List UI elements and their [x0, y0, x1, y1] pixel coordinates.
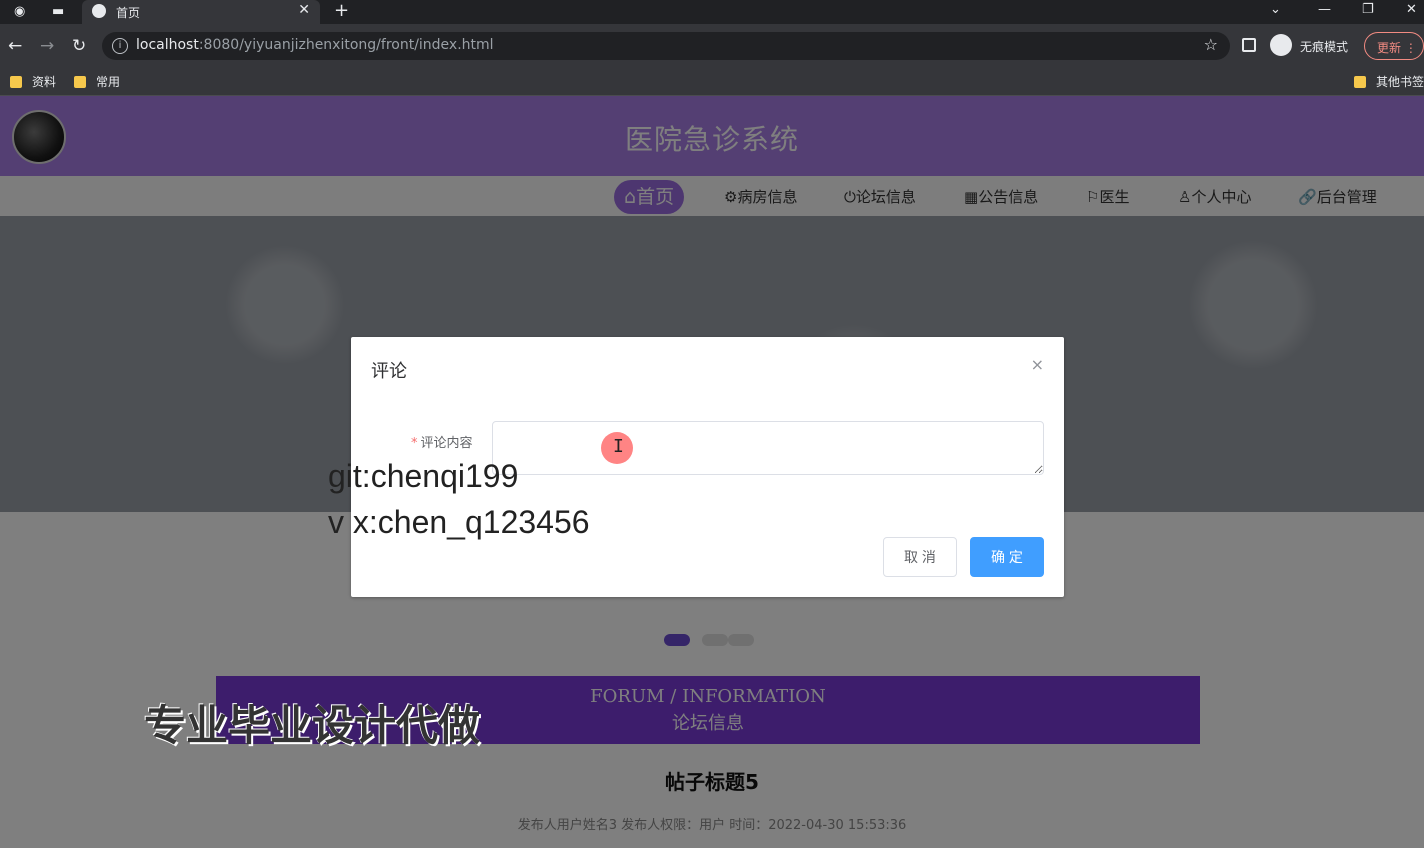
other-bookmarks[interactable]: 其他书签 [1354, 72, 1424, 92]
browser-toolbar: ← → ↻ i localhost:8080/yiyuanjizhenxiton… [0, 24, 1424, 68]
tab-search-icon[interactable]: ▬ [52, 0, 64, 24]
confirm-button[interactable]: 确 定 [970, 537, 1044, 577]
folder-icon [74, 76, 86, 88]
watermark-wechat: v x:chen_q123456 [328, 504, 590, 540]
globe-icon[interactable]: ◉ [14, 0, 25, 24]
reload-icon[interactable]: ↻ [72, 34, 86, 58]
tab-list-icon[interactable]: ⌄ [1270, 0, 1281, 20]
back-icon[interactable]: ← [8, 34, 22, 58]
forward-icon[interactable]: → [40, 34, 54, 58]
browser-tab[interactable]: 首页 ✕ [82, 0, 320, 24]
folder-icon [10, 76, 22, 88]
tab-close-icon[interactable]: ✕ [298, 2, 310, 18]
watermark-ad: 专业毕业设计代做 [144, 701, 481, 750]
incognito-label[interactable]: 无痕模式 [1300, 38, 1348, 55]
bookmarks-bar: 资料 常用 其他书签 [0, 68, 1424, 96]
tab-title: 首页 [116, 6, 141, 20]
watermark-git: git:chenqi199 [328, 458, 519, 494]
folder-icon [1354, 76, 1366, 88]
bookmark-folder-ziliao[interactable]: 资料 [10, 72, 56, 92]
restore-icon[interactable]: ❐ [1362, 0, 1374, 20]
bookmark-star-icon[interactable]: ☆ [1204, 35, 1218, 54]
comment-field-label: * 评论内容 [411, 436, 473, 451]
dialog-close-icon[interactable]: × [1031, 355, 1044, 374]
update-button[interactable]: 更新 ⋮ [1364, 32, 1424, 60]
site-info-icon[interactable]: i [112, 38, 128, 54]
text-cursor-icon: I [613, 436, 624, 457]
minimize-icon[interactable]: — [1318, 0, 1331, 20]
bookmark-folder-changyong[interactable]: 常用 [74, 72, 120, 92]
cancel-button[interactable]: 取 消 [883, 537, 957, 577]
comment-textarea[interactable] [492, 421, 1044, 475]
side-panel-icon[interactable] [1242, 38, 1256, 52]
web-page: 医院急诊系统 ⌂首页 ⚙病房信息 ⏻论坛信息 ▦公告信息 ⚐医生 ♙个人中心 🔗… [0, 96, 1424, 848]
close-window-icon[interactable]: ✕ [1406, 0, 1417, 20]
dialog-title: 评论 [371, 361, 407, 382]
address-bar[interactable]: i localhost:8080/yiyuanjizhenxitong/fron… [102, 32, 1230, 60]
new-tab-button[interactable]: + [334, 0, 349, 22]
browser-tab-bar: ◉ ▬ 首页 ✕ + ⌄ — ❐ ✕ [0, 0, 1424, 24]
favicon-icon [92, 4, 106, 18]
incognito-icon[interactable] [1270, 34, 1292, 56]
required-mark: * [411, 436, 418, 451]
url-text[interactable]: localhost:8080/yiyuanjizhenxitong/front/… [136, 37, 494, 53]
